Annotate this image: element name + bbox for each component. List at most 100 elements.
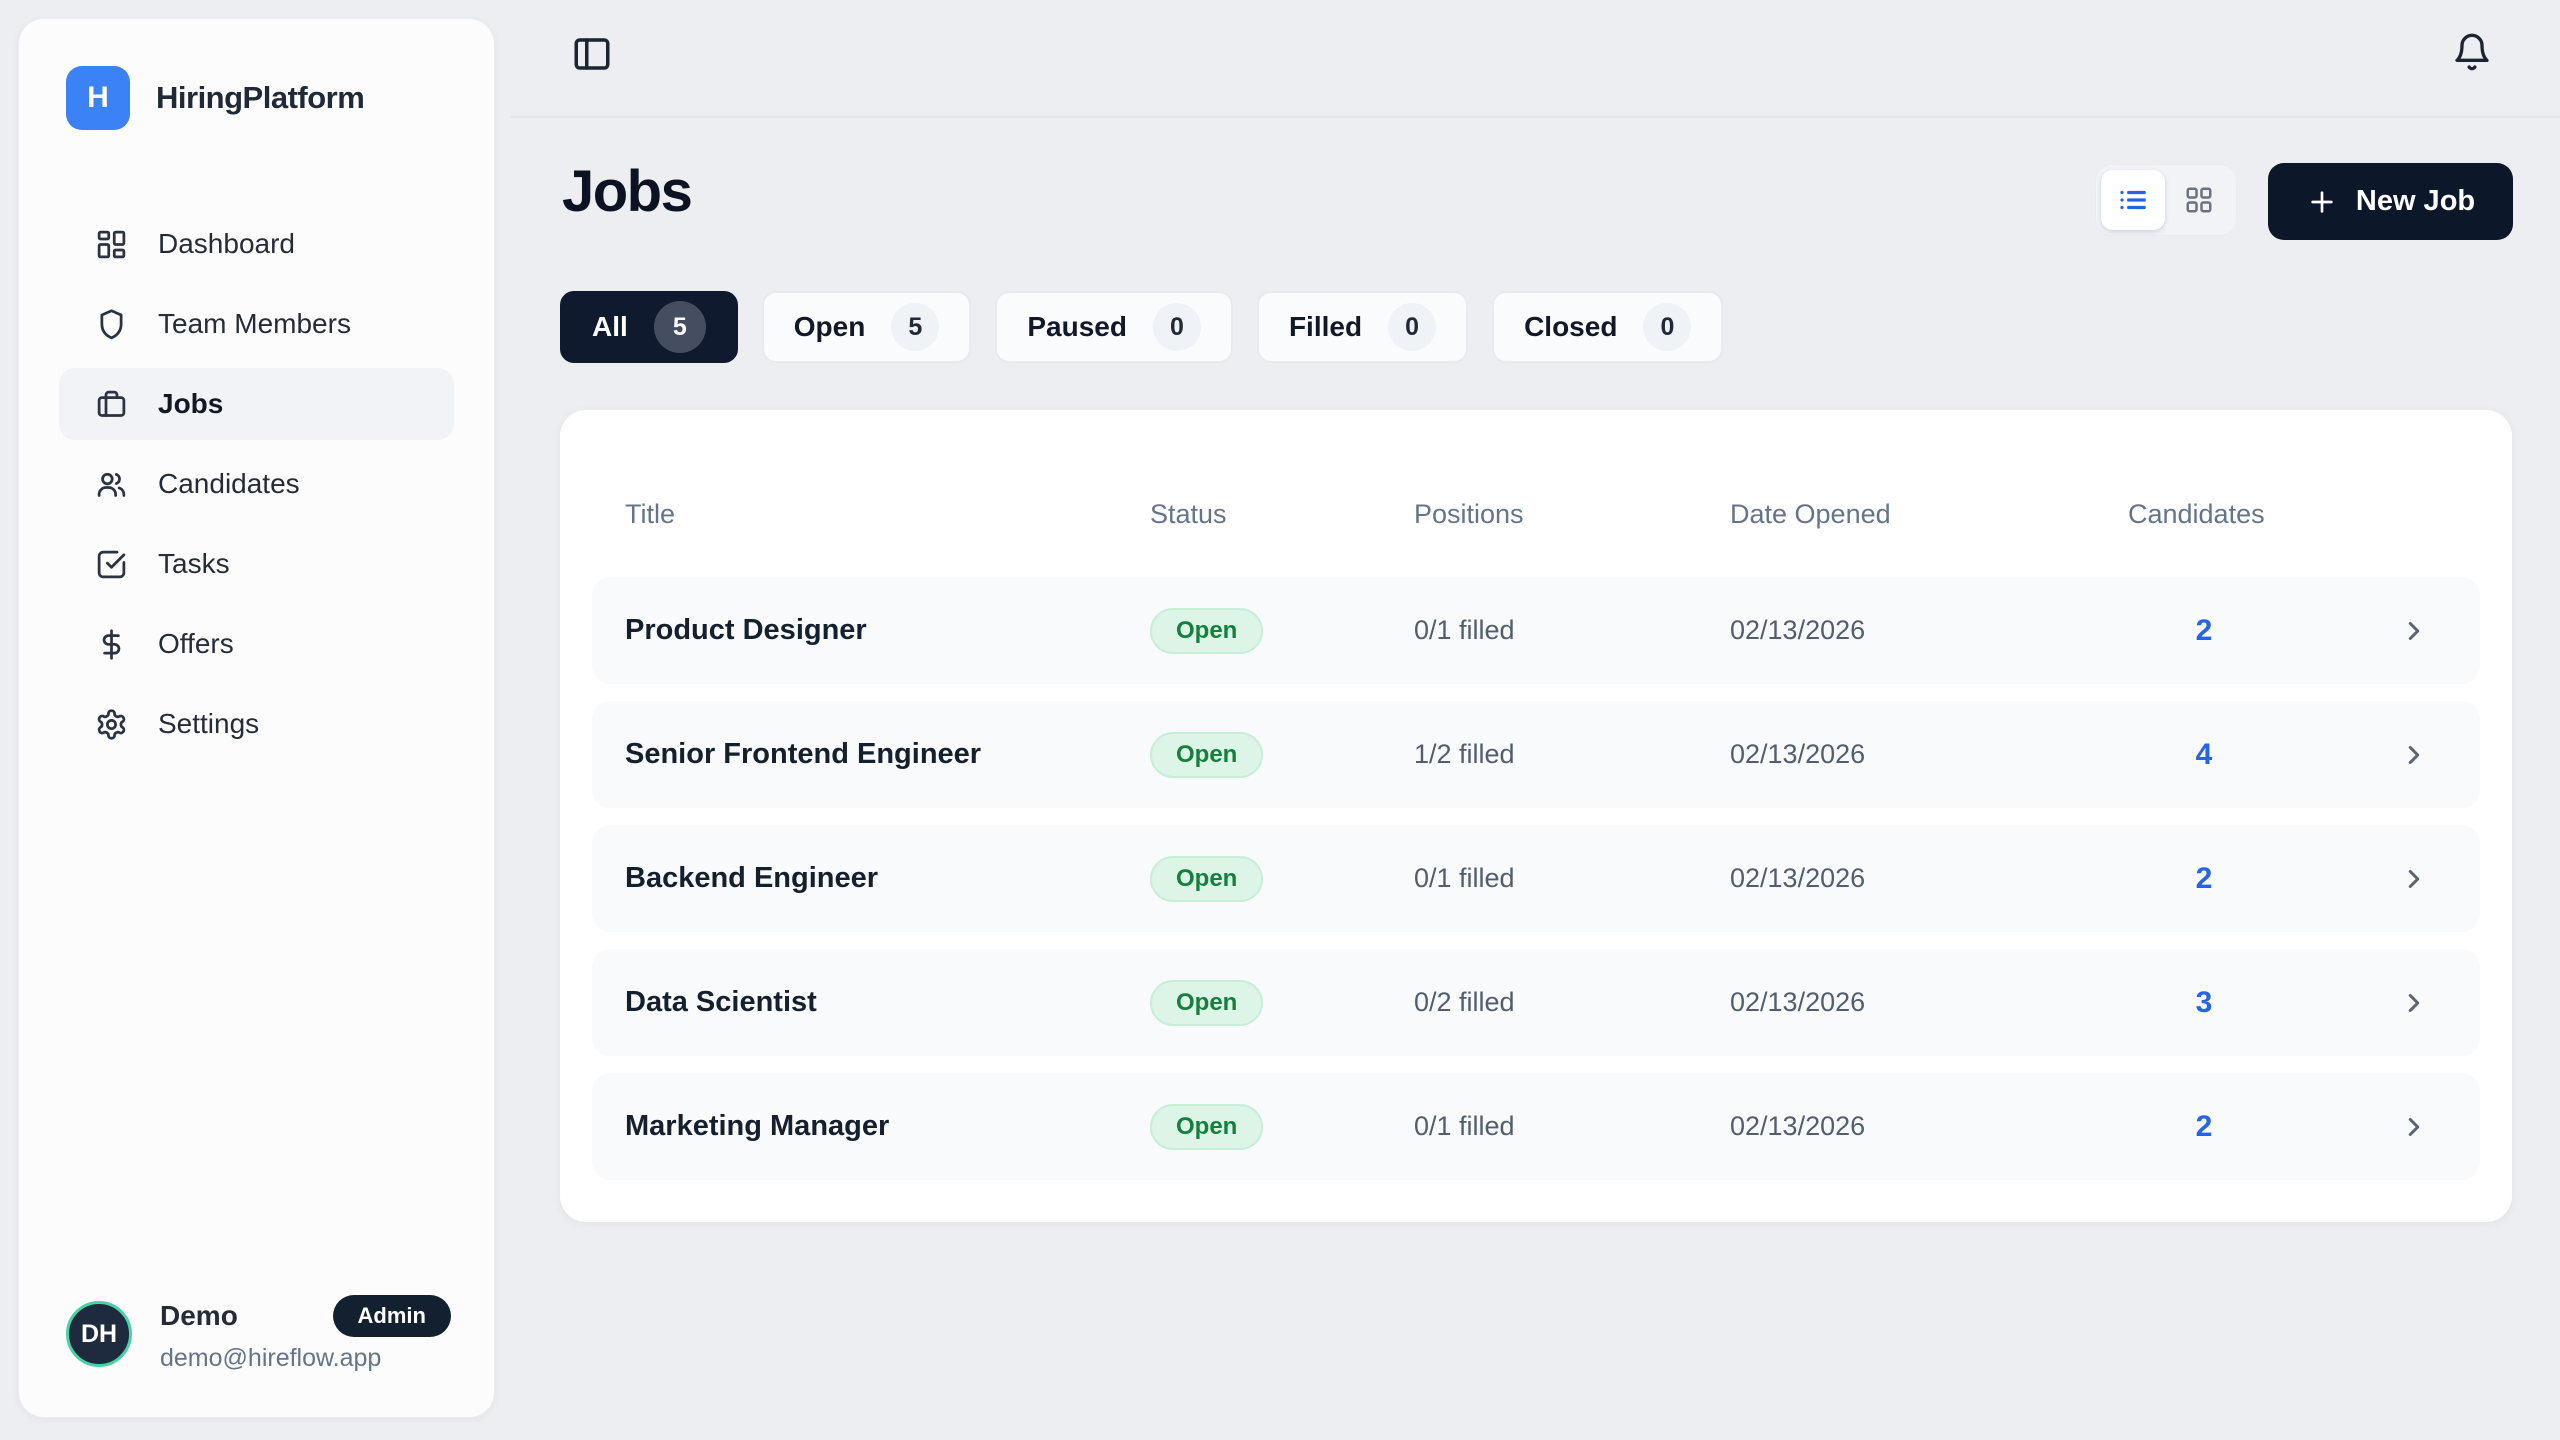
job-title: Marketing Manager (625, 1110, 1150, 1143)
filter-count-badge: 0 (1153, 303, 1201, 351)
app-logo-row: H HiringPlatform (19, 66, 494, 130)
column-header-candidates: Candidates (2128, 499, 2280, 530)
sidebar-item-label: Offers (158, 628, 234, 660)
role-badge: Admin (333, 1295, 451, 1337)
chevron-right-icon (2399, 616, 2429, 646)
sidebar-item-label: Tasks (158, 548, 230, 580)
shield-icon (95, 308, 128, 341)
job-title: Senior Frontend Engineer (625, 738, 1150, 771)
sidebar-item-team-members[interactable]: Team Members (59, 288, 454, 360)
date-opened: 02/13/2026 (1730, 615, 2128, 646)
filter-label: Closed (1524, 311, 1617, 343)
candidates-count-link[interactable]: 2 (2128, 1110, 2280, 1144)
sidebar-item-candidates[interactable]: Candidates (59, 448, 454, 520)
notifications-bell-icon[interactable] (2452, 32, 2492, 72)
page-title: Jobs (562, 158, 691, 225)
table-row[interactable]: Senior Frontend Engineer Open 1/2 filled… (592, 701, 2480, 808)
sidebar-item-label: Jobs (158, 388, 223, 420)
sidebar-item-label: Candidates (158, 468, 300, 500)
list-view-button[interactable] (2101, 170, 2165, 230)
date-opened: 02/13/2026 (1730, 863, 2128, 894)
status-badge: Open (1150, 732, 1263, 778)
date-opened: 02/13/2026 (1730, 1111, 2128, 1142)
filter-count-badge: 5 (891, 303, 939, 351)
positions-filled: 0/1 filled (1414, 863, 1730, 894)
candidates-count-link[interactable]: 3 (2128, 986, 2280, 1020)
sidebar-item-offers[interactable]: Offers (59, 608, 454, 680)
chevron-right-icon (2399, 864, 2429, 894)
user-name: Demo (160, 1300, 238, 1332)
sidebar: H HiringPlatform Dashboard Team Members … (18, 18, 495, 1418)
grid-view-button[interactable] (2167, 170, 2231, 230)
table-row[interactable]: Data Scientist Open 0/2 filled 02/13/202… (592, 949, 2480, 1056)
status-badge: Open (1150, 856, 1263, 902)
column-header-status: Status (1150, 499, 1414, 530)
filter-chip-all[interactable]: All 5 (560, 291, 738, 363)
view-toggle (2095, 164, 2237, 236)
new-job-button[interactable]: New Job (2268, 163, 2513, 240)
date-opened: 02/13/2026 (1730, 987, 2128, 1018)
sidebar-nav: Dashboard Team Members Jobs Candidates T… (19, 208, 494, 1295)
positions-filled: 0/1 filled (1414, 1111, 1730, 1142)
user-card[interactable]: DH Demo Admin demo@hireflow.app (19, 1295, 494, 1373)
jobs-table-card: Title Status Positions Date Opened Candi… (560, 410, 2512, 1222)
candidates-count-link[interactable]: 2 (2128, 614, 2280, 648)
sidebar-item-dashboard[interactable]: Dashboard (59, 208, 454, 280)
chevron-right-icon (2399, 740, 2429, 770)
filter-chip-filled[interactable]: Filled 0 (1257, 291, 1468, 363)
filter-chip-closed[interactable]: Closed 0 (1492, 291, 1723, 363)
filter-label: Open (794, 311, 866, 343)
chevron-right-icon (2399, 1112, 2429, 1142)
chevron-right-icon (2399, 988, 2429, 1018)
sidebar-item-tasks[interactable]: Tasks (59, 528, 454, 600)
sidebar-item-label: Dashboard (158, 228, 295, 260)
topbar-divider (511, 116, 2560, 118)
user-info: Demo Admin demo@hireflow.app (160, 1295, 451, 1373)
jobs-table-header: Title Status Positions Date Opened Candi… (592, 466, 2480, 562)
briefcase-icon (95, 388, 128, 421)
app-logo: H (66, 66, 130, 130)
date-opened: 02/13/2026 (1730, 739, 2128, 770)
filter-count-badge: 0 (1388, 303, 1436, 351)
app-title: HiringPlatform (156, 80, 364, 116)
hiring-platform-app: { "app": { "name": "HiringPlatform", "lo… (0, 0, 2560, 1440)
job-title: Backend Engineer (625, 862, 1150, 895)
dollar-icon (95, 628, 128, 661)
table-row[interactable]: Product Designer Open 0/1 filled 02/13/2… (592, 577, 2480, 684)
plus-icon (2306, 186, 2338, 218)
avatar: DH (66, 1301, 132, 1367)
candidates-count-link[interactable]: 4 (2128, 738, 2280, 772)
sidebar-item-settings[interactable]: Settings (59, 688, 454, 760)
status-badge: Open (1150, 1104, 1263, 1150)
positions-filled: 0/1 filled (1414, 615, 1730, 646)
dashboard-icon (95, 228, 128, 261)
filter-count-badge: 5 (654, 301, 706, 353)
sidebar-item-label: Settings (158, 708, 259, 740)
filter-chip-open[interactable]: Open 5 (762, 291, 972, 363)
filter-label: All (592, 311, 628, 343)
column-header-title: Title (625, 499, 1150, 530)
jobs-table-body: Product Designer Open 0/1 filled 02/13/2… (592, 577, 2480, 1180)
sidebar-item-jobs[interactable]: Jobs (59, 368, 454, 440)
status-badge: Open (1150, 980, 1263, 1026)
table-row[interactable]: Marketing Manager Open 0/1 filled 02/13/… (592, 1073, 2480, 1180)
user-email: demo@hireflow.app (160, 1344, 451, 1373)
filter-chip-paused[interactable]: Paused 0 (995, 291, 1233, 363)
column-header-date: Date Opened (1730, 499, 2128, 530)
table-row[interactable]: Backend Engineer Open 0/1 filled 02/13/2… (592, 825, 2480, 932)
positions-filled: 1/2 filled (1414, 739, 1730, 770)
column-header-positions: Positions (1414, 499, 1730, 530)
list-view-icon (2118, 185, 2148, 215)
status-filter-bar: All 5 Open 5 Paused 0 Filled 0 Closed 0 (560, 291, 1723, 363)
filter-label: Paused (1027, 311, 1127, 343)
gear-icon (95, 708, 128, 741)
job-title: Data Scientist (625, 986, 1150, 1019)
sidebar-item-label: Team Members (158, 308, 351, 340)
new-job-label: New Job (2356, 185, 2475, 218)
candidates-count-link[interactable]: 2 (2128, 862, 2280, 896)
sidebar-toggle-button[interactable] (571, 33, 613, 75)
status-badge: Open (1150, 608, 1263, 654)
grid-view-icon (2184, 185, 2214, 215)
check-square-icon (95, 548, 128, 581)
filter-label: Filled (1289, 311, 1362, 343)
